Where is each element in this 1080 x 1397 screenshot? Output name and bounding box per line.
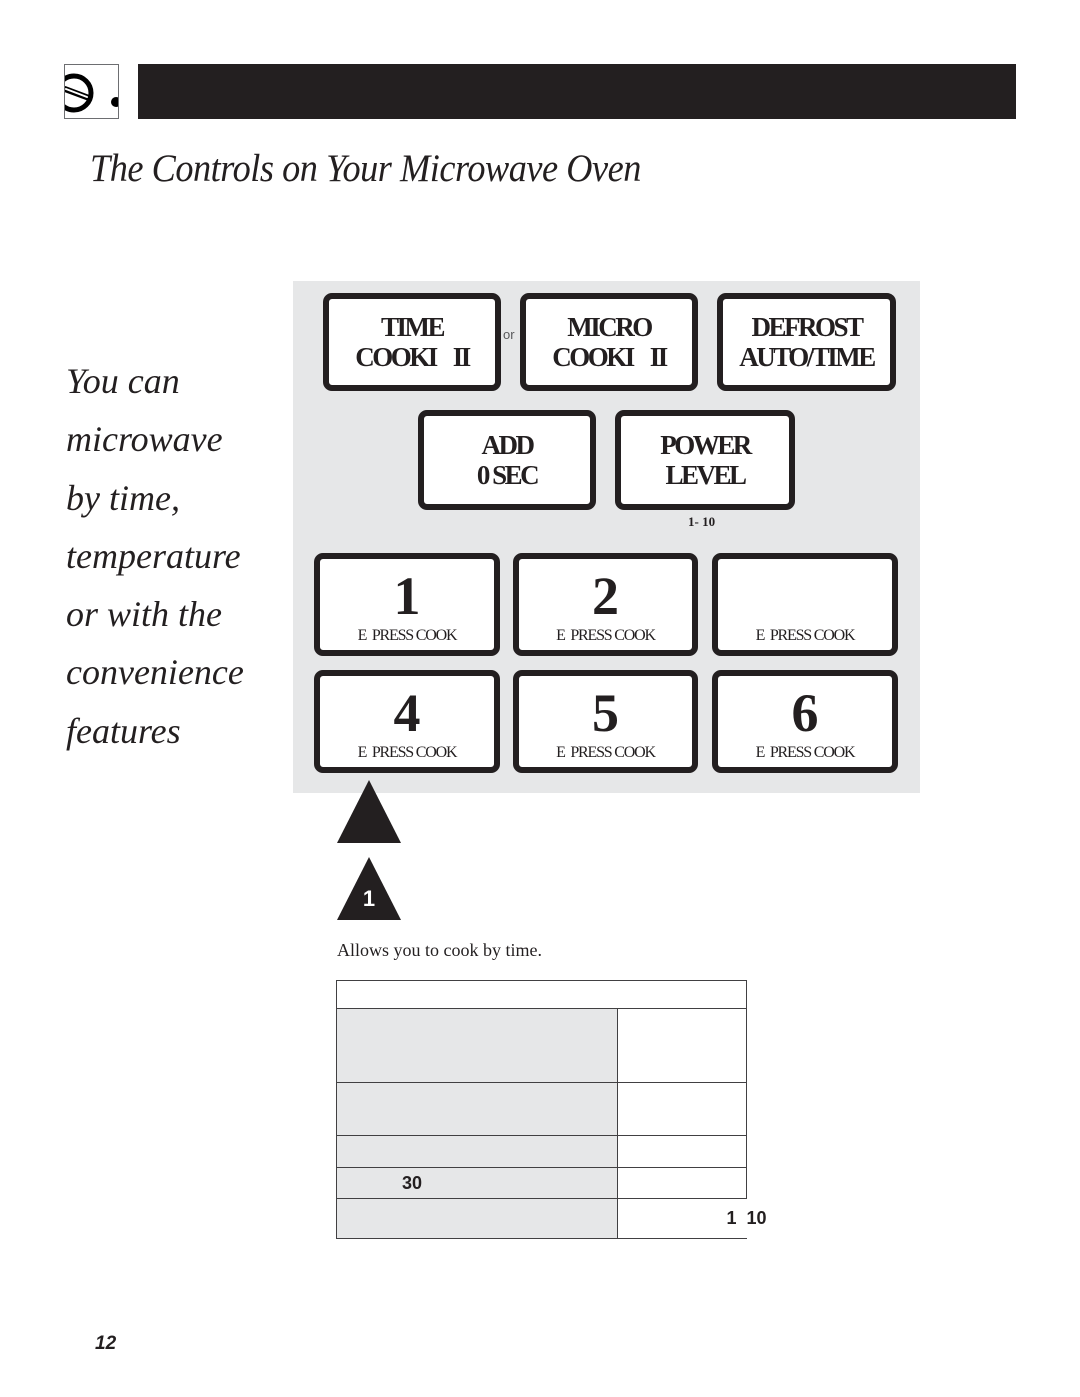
key-label: DEFROST <box>751 312 864 342</box>
key-label: COOKI II <box>355 342 471 372</box>
power-level-button[interactable]: POWER LEVEL <box>615 410 795 510</box>
side-text-line: convenience <box>66 652 244 693</box>
express-cook-5-button[interactable]: 5 E PRESS COOK <box>513 670 698 773</box>
key-sublabel: E PRESS COOK <box>556 627 656 644</box>
key-number: 4 <box>393 683 421 743</box>
cooking-table: 30 1 10 <box>336 980 767 1239</box>
table-row: 30 <box>336 1167 747 1199</box>
table-row: 1 10 <box>336 1198 767 1239</box>
key-sublabel: E PRESS COOK <box>556 744 656 761</box>
side-text-line: microwave <box>66 419 223 460</box>
header-bar <box>138 64 1016 119</box>
table-cell <box>617 1082 747 1136</box>
table-cell: 1 10 <box>637 1198 767 1239</box>
or-label: or <box>503 327 515 342</box>
express-cook-2-button[interactable]: 2 E PRESS COOK <box>513 553 698 656</box>
micro-cooking-button[interactable]: MICRO COOKI II <box>520 293 698 391</box>
table-cell <box>336 1082 618 1136</box>
key-label: AUTO/TIME <box>739 342 876 372</box>
express-cook-4-button[interactable]: 4 E PRESS COOK <box>314 670 500 773</box>
key-label: MICRO <box>567 312 653 342</box>
key-number: 1 <box>393 566 421 626</box>
side-text-line: by time, <box>66 477 180 518</box>
key-number: 2 <box>592 566 619 626</box>
add-30-sec-button[interactable]: ADD 0 SEC <box>418 410 596 510</box>
power-level-range: 1- 10 <box>688 514 716 529</box>
table-cell: 30 <box>336 1167 618 1199</box>
key-sublabel: E PRESS COOK <box>755 627 856 644</box>
side-text-line: temperature <box>66 535 241 576</box>
table-cell <box>336 1008 618 1083</box>
express-cook-1-button[interactable]: 1 E PRESS COOK <box>314 553 500 656</box>
side-text-line: or with the <box>66 594 223 635</box>
table-row <box>336 1135 747 1168</box>
table-cell <box>617 1008 747 1083</box>
express-cook-3-button[interactable]: E PRESS COOK <box>712 553 898 656</box>
table-row <box>336 1008 747 1083</box>
key-label: LEVEL <box>665 460 747 490</box>
table-cell <box>336 1198 618 1239</box>
logo-box <box>64 64 119 119</box>
key-sublabel: E PRESS COOK <box>357 744 458 761</box>
time-cooking-button[interactable]: TIME COOKI II <box>323 293 501 391</box>
key-number: 6 <box>791 683 819 743</box>
triangle-pointer-icon <box>337 780 401 843</box>
page-number: 12 <box>95 1333 117 1354</box>
key-label: TIME <box>380 312 446 342</box>
key-label: POWER <box>660 430 752 460</box>
table-cell <box>336 1135 618 1168</box>
page-title: The Controls on Your Microwave Oven <box>90 147 641 190</box>
key-label: ADD <box>481 430 536 460</box>
feature-description: Allows you to cook by time. <box>337 940 542 960</box>
side-text-line: You can <box>66 361 180 401</box>
express-cook-6-button[interactable]: 6 E PRESS COOK <box>712 670 898 773</box>
timer-dial-icon <box>65 73 118 113</box>
step-number: 1 <box>362 886 376 911</box>
key-sublabel: E PRESS COOK <box>755 744 856 761</box>
defrost-auto-time-button[interactable]: DEFROST AUTO/TIME <box>717 293 896 391</box>
table-header <box>336 980 747 1009</box>
side-text-line: features <box>66 710 181 751</box>
side-text: You can microwave by time, temperature o… <box>66 352 281 760</box>
control-panel: TIME COOKI II or MICRO COOKI II DEFROST … <box>293 281 920 793</box>
table-cell <box>617 1135 747 1168</box>
key-number: 5 <box>592 683 619 743</box>
table-cell <box>617 1167 747 1199</box>
key-label: 0 SEC <box>476 460 540 490</box>
key-label: COOKI II <box>552 342 668 372</box>
key-sublabel: E PRESS COOK <box>357 627 458 644</box>
table-row <box>336 1082 747 1136</box>
